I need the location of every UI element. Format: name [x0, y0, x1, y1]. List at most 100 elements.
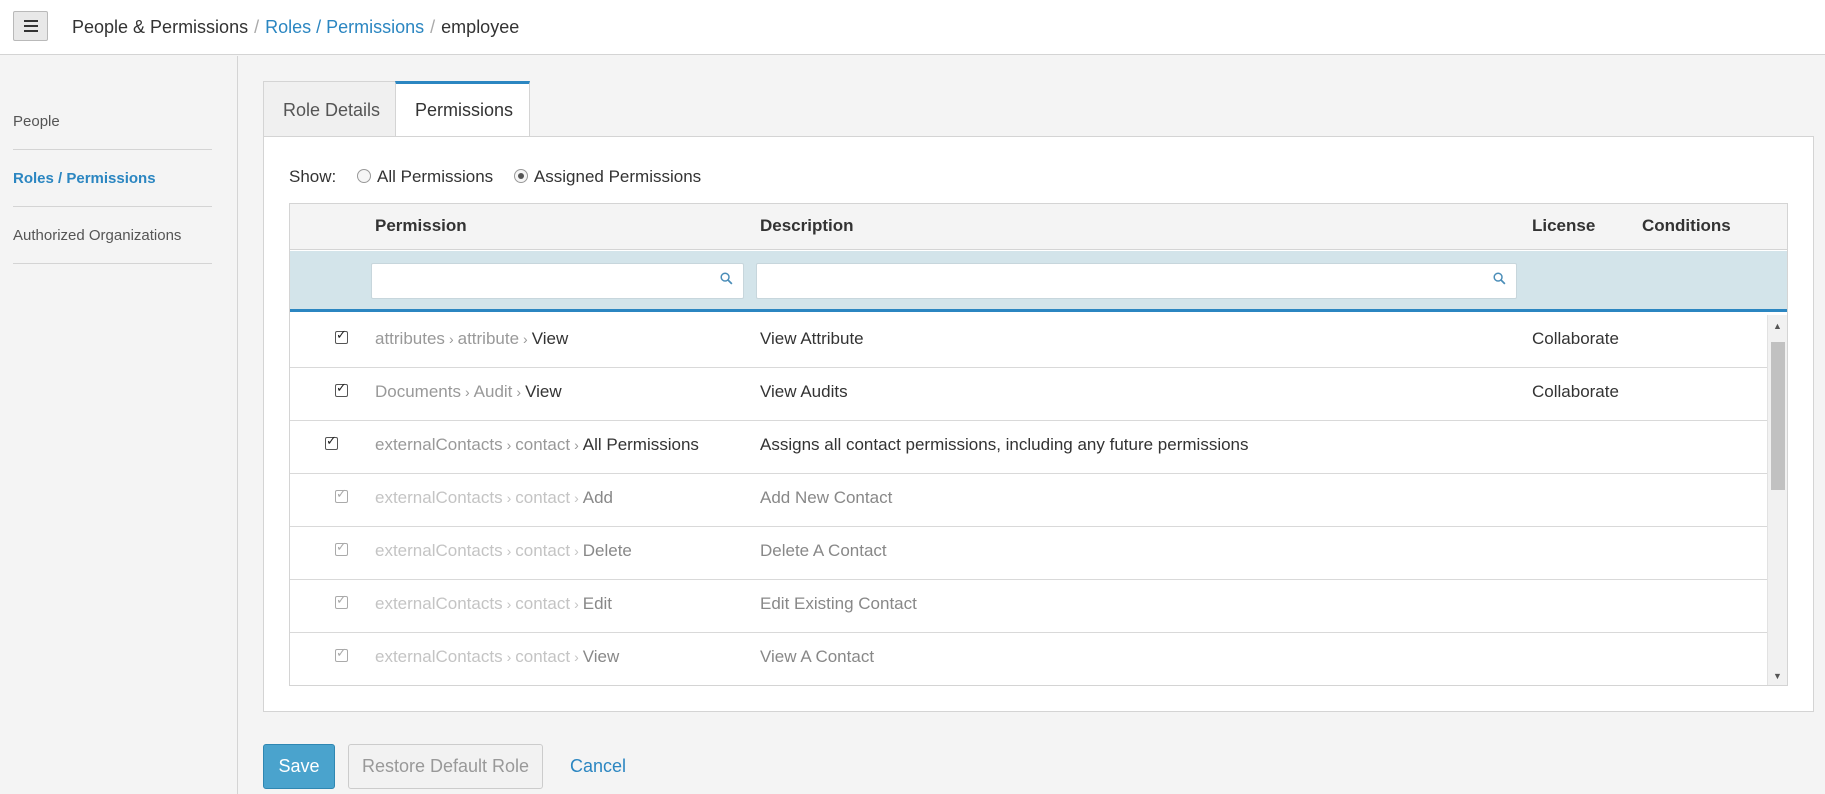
- sidebar-item-people[interactable]: People: [13, 93, 212, 150]
- row-checkbox-disabled: [335, 593, 348, 609]
- row-description: Delete A Contact: [760, 541, 887, 560]
- radio-assigned-permissions-label[interactable]: Assigned Permissions: [534, 167, 701, 186]
- table-row: attributes›attribute›View View Attribute…: [290, 315, 1767, 368]
- table-scrollbar[interactable]: ▲ ▼: [1767, 315, 1787, 685]
- hamburger-icon-line: [24, 30, 38, 32]
- row-description: View Audits: [760, 382, 848, 401]
- scroll-up-arrow-icon[interactable]: ▲: [1773, 321, 1782, 331]
- path-segment: externalContacts: [375, 594, 503, 613]
- permission-path: Documents › Audit › View: [375, 382, 562, 402]
- tab-role-details[interactable]: Role Details: [263, 81, 396, 137]
- chevron-right-icon: ›: [574, 437, 579, 453]
- chevron-right-icon: ›: [506, 596, 512, 612]
- permission-leaf: View: [531, 329, 569, 348]
- top-header: People & Permissions / Roles / Permissions…: [0, 0, 1825, 55]
- path-segment: externalContacts: [375, 488, 503, 507]
- row-checkbox[interactable]: [325, 434, 338, 450]
- row-description: Assigns all contact permissions, includi…: [760, 435, 1249, 454]
- permission-leaf: All Permissions: [582, 435, 699, 454]
- scroll-down-arrow-icon[interactable]: ▼: [1773, 671, 1782, 681]
- hamburger-icon-line: [24, 20, 38, 22]
- row-description: View A Contact: [760, 647, 875, 666]
- table-row: externalContacts›contact›Add Add New Con…: [290, 474, 1767, 527]
- permission-leaf: Delete: [582, 541, 632, 560]
- chevron-right-icon: ›: [574, 596, 579, 612]
- row-checkbox-disabled: [335, 646, 348, 662]
- row-license: Collaborate: [1532, 329, 1619, 348]
- path-segment: attributes: [375, 329, 445, 348]
- restore-default-role-button[interactable]: Restore Default Role: [348, 744, 543, 789]
- path-segment: externalContacts: [375, 647, 503, 666]
- permission-path: externalContacts › contact › All Permissions: [375, 435, 699, 455]
- row-checkbox-disabled: [335, 487, 348, 503]
- chevron-right-icon: ›: [506, 437, 512, 453]
- table-row: Documents›Audit›View View Audits Collabo…: [290, 368, 1767, 421]
- table-filter-row: [290, 251, 1787, 312]
- show-label: Show:: [289, 167, 337, 186]
- search-icon: [1493, 272, 1506, 285]
- chevron-right-icon: ›: [574, 543, 579, 559]
- table-row: externalContacts›contact›Delete Delete A…: [290, 527, 1767, 580]
- radio-all-permissions-label[interactable]: All Permissions: [377, 167, 493, 186]
- path-segment: Documents: [375, 382, 461, 401]
- path-segment: Audit: [473, 382, 513, 401]
- path-segment: externalContacts: [375, 541, 503, 560]
- column-header-permission[interactable]: Permission: [375, 216, 467, 236]
- permission-path: externalContacts › contact › Edit: [375, 594, 612, 614]
- chevron-right-icon: ›: [448, 331, 454, 347]
- column-header-license[interactable]: License: [1532, 216, 1595, 236]
- sidebar-item-roles-permissions[interactable]: Roles / Permissions: [13, 150, 212, 207]
- sidebar: People Roles / Permissions Authorized Or…: [0, 56, 238, 794]
- radio-all-permissions[interactable]: [356, 169, 371, 183]
- row-description: View Attribute: [760, 329, 864, 348]
- tab-permissions[interactable]: Permissions: [395, 81, 530, 138]
- chevron-right-icon: ›: [574, 490, 579, 506]
- table-row: externalContacts›contact›All Permissions…: [290, 421, 1767, 474]
- permission-leaf: Edit: [582, 594, 613, 613]
- permission-path: externalContacts › contact › Add: [375, 488, 613, 508]
- breadcrumb-item-current: employee: [441, 17, 520, 37]
- path-segment: contact: [515, 594, 571, 613]
- table-row: externalContacts›contact›View View A Con…: [290, 633, 1767, 685]
- chevron-right-icon: ›: [574, 649, 579, 665]
- permission-path: attributes › attribute › View: [375, 329, 568, 349]
- sidebar-item-authorized-organizations[interactable]: Authorized Organizations: [13, 207, 212, 264]
- search-icon: [720, 272, 733, 285]
- chevron-right-icon: ›: [516, 384, 522, 400]
- chevron-right-icon: ›: [523, 331, 528, 347]
- path-segment: contact: [515, 541, 571, 560]
- breadcrumb-item-roles-permissions[interactable]: Roles / Permissions: [265, 17, 424, 37]
- row-description: Edit Existing Contact: [760, 594, 917, 613]
- breadcrumb-item-people-permissions[interactable]: People & Permissions: [72, 17, 248, 37]
- permission-leaf: View: [582, 647, 620, 666]
- description-filter-input[interactable]: [756, 263, 1517, 299]
- breadcrumb: People & Permissions / Roles / Permissions…: [72, 17, 519, 38]
- table-body: attributes›attribute›View View Attribute…: [290, 315, 1767, 685]
- permission-filter-input[interactable]: [371, 263, 744, 299]
- path-segment: externalContacts: [375, 435, 503, 454]
- path-segment: attribute: [457, 329, 520, 348]
- radio-assigned-permissions[interactable]: [513, 169, 528, 183]
- row-checkbox[interactable]: [335, 328, 348, 344]
- chevron-right-icon: ›: [506, 490, 512, 506]
- hamburger-icon-line: [24, 25, 38, 27]
- table-header: Permission Description License Condition…: [290, 204, 1787, 250]
- permissions-panel: Show: All Permissions Assigned Permissio…: [263, 136, 1814, 712]
- chevron-right-icon: ›: [464, 384, 470, 400]
- save-button[interactable]: Save: [263, 744, 335, 789]
- permission-leaf: View: [525, 382, 562, 401]
- row-checkbox[interactable]: [335, 381, 348, 397]
- path-segment: contact: [515, 488, 571, 507]
- breadcrumb-separator: /: [430, 17, 436, 37]
- column-header-conditions[interactable]: Conditions: [1642, 216, 1731, 236]
- permission-path: externalContacts › contact › Delete: [375, 541, 632, 561]
- hamburger-menu-button[interactable]: [13, 11, 48, 41]
- row-description: Add New Contact: [760, 488, 893, 507]
- breadcrumb-separator: /: [254, 17, 260, 37]
- column-header-description[interactable]: Description: [760, 216, 854, 236]
- row-license: Collaborate: [1532, 382, 1619, 401]
- chevron-right-icon: ›: [506, 649, 512, 665]
- scrollbar-thumb[interactable]: [1771, 342, 1785, 490]
- chevron-right-icon: ›: [506, 543, 512, 559]
- cancel-button[interactable]: Cancel: [558, 744, 638, 789]
